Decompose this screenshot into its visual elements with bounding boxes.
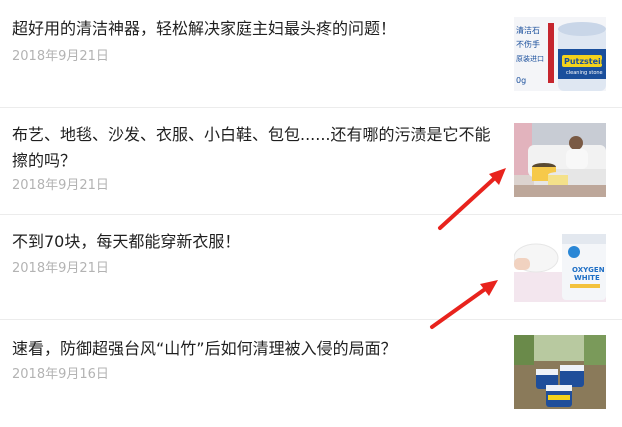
svg-text:0g: 0g bbox=[516, 76, 526, 85]
list-item[interactable]: 超好用的清洁神器，轻松解决家庭主妇最头疼的问题！ 2018年9月21日 Putz… bbox=[0, 0, 622, 107]
list-item[interactable]: 布艺、地毯、沙发、衣服、小白鞋、包包......还有哪的污渍是它不能擦的吗？ 2… bbox=[0, 108, 622, 214]
article-date: 2018年9月21日 bbox=[12, 178, 109, 193]
article-title[interactable]: 不到70块，每天都能穿新衣服！ bbox=[12, 229, 500, 255]
svg-text:OXYGEN: OXYGEN bbox=[572, 266, 605, 274]
svg-text:WHITE: WHITE bbox=[574, 274, 600, 282]
article-thumbnail[interactable] bbox=[514, 335, 606, 409]
oxygen-white-product-image: OXYGEN WHITE bbox=[514, 228, 606, 302]
article-list: 超好用的清洁神器，轻松解决家庭主妇最头疼的问题！ 2018年9月21日 Putz… bbox=[0, 0, 622, 427]
list-item[interactable]: 不到70块，每天都能穿新衣服！ 2018年9月21日 OXYGEN WHITE bbox=[0, 215, 622, 319]
svg-text:清洁石: 清洁石 bbox=[516, 25, 540, 35]
article-title[interactable]: 速看，防御超强台风“山竹”后如何清理被入侵的局面？ bbox=[12, 336, 500, 362]
cleaning-stone-product-image: Putzstein cleaning stone 清洁石 不伤手 原装进口 0g bbox=[514, 17, 606, 91]
article-title[interactable]: 布艺、地毯、沙发、衣服、小白鞋、包包......还有哪的污渍是它不能擦的吗？ bbox=[12, 122, 500, 174]
sofa-cleaning-photo bbox=[514, 123, 606, 197]
svg-text:原装进口: 原装进口 bbox=[516, 54, 544, 63]
article-thumbnail[interactable]: OXYGEN WHITE bbox=[514, 228, 606, 302]
svg-text:cleaning stone: cleaning stone bbox=[566, 70, 603, 76]
svg-text:Putzstein: Putzstein bbox=[564, 57, 606, 66]
article-title[interactable]: 超好用的清洁神器，轻松解决家庭主妇最头疼的问题！ bbox=[12, 16, 500, 42]
cleaning-jars-photo bbox=[514, 335, 606, 409]
article-date: 2018年9月16日 bbox=[12, 367, 109, 382]
svg-text:不伤手: 不伤手 bbox=[516, 39, 540, 49]
article-thumbnail[interactable] bbox=[514, 123, 606, 197]
list-item[interactable]: 速看，防御超强台风“山竹”后如何清理被入侵的局面？ 2018年9月16日 bbox=[0, 320, 622, 427]
article-thumbnail[interactable]: Putzstein cleaning stone 清洁石 不伤手 原装进口 0g bbox=[514, 17, 606, 91]
article-date: 2018年9月21日 bbox=[12, 261, 109, 276]
article-date: 2018年9月21日 bbox=[12, 49, 109, 64]
